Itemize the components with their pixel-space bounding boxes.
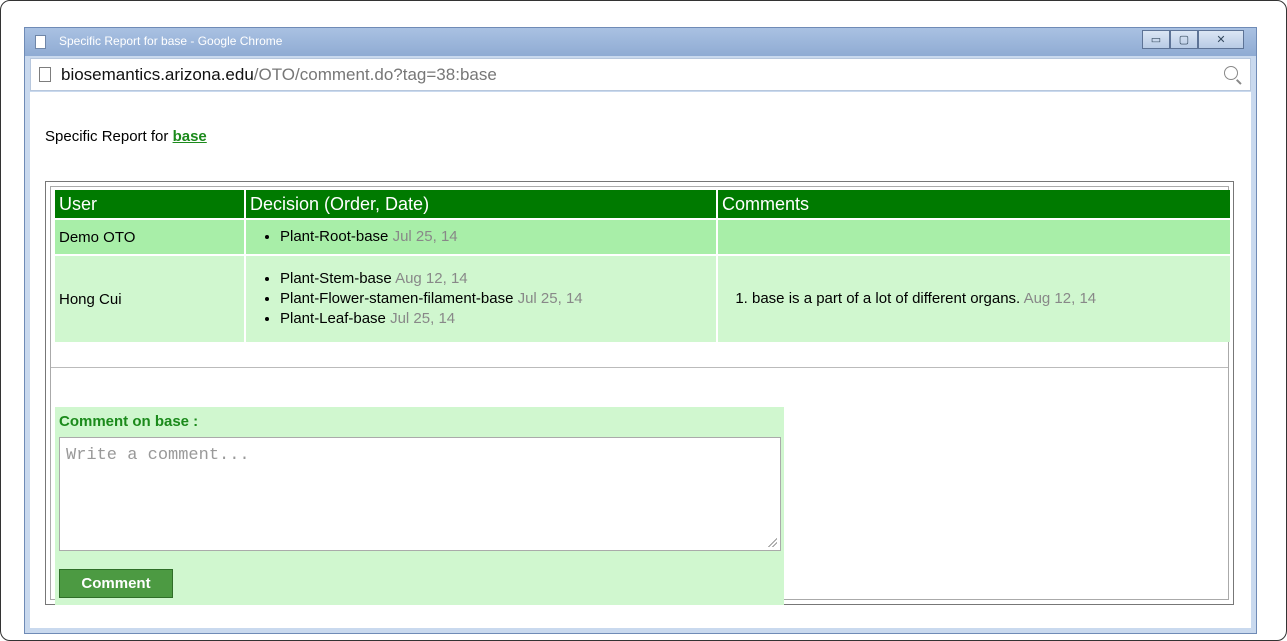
decision-term: Plant-Root-base: [280, 228, 389, 245]
decision-date: Aug 12, 14: [395, 270, 468, 287]
decision-item: Plant-Flower-stamen-filament-base Jul 25…: [280, 289, 712, 309]
decision-cell: Plant-Stem-base Aug 12, 14 Plant-Flower-…: [245, 254, 718, 342]
report-panel-inner: User Decision (Order, Date) Comments Dem…: [50, 186, 1232, 605]
decision-list: Plant-Stem-base Aug 12, 14 Plant-Flower-…: [250, 269, 712, 329]
decision-cell: Plant-Root-base Jul 25, 14: [245, 218, 718, 255]
comment-form: Comment on base : Comment: [55, 407, 784, 605]
table-row: Demo OTO Plant-Root-base Jul 25, 14: [55, 218, 1232, 255]
decision-item: Plant-Stem-base Aug 12, 14: [280, 269, 712, 289]
report-panel: User Decision (Order, Date) Comments Dem…: [45, 181, 1234, 605]
decision-date: Jul 25, 14: [392, 228, 458, 245]
comments-cell: [717, 218, 1232, 255]
comments-cell: base is a part of a lot of different org…: [717, 254, 1232, 342]
comment-date: Aug 12, 14: [1023, 290, 1097, 307]
page-icon: [39, 67, 51, 82]
comment-input[interactable]: [59, 437, 781, 551]
column-header-decision: Decision (Order, Date): [245, 190, 718, 219]
comment-label: Comment on base :: [59, 413, 199, 430]
page-title: Specific Report for base: [45, 128, 207, 145]
table-row: Hong Cui Plant-Stem-base Aug 12, 14 Plan…: [55, 254, 1232, 342]
decision-item: Plant-Root-base Jul 25, 14: [280, 227, 712, 247]
page-content: Specific Report for base User Decision (…: [30, 92, 1251, 628]
comment-button[interactable]: Comment: [59, 569, 173, 598]
comment-list: base is a part of a lot of different org…: [722, 286, 1226, 312]
column-header-comments: Comments: [717, 190, 1232, 219]
minimize-button[interactable]: ▭: [1142, 30, 1170, 49]
decision-date: Jul 25, 14: [390, 310, 456, 327]
decision-term: Plant-Leaf-base: [280, 310, 386, 327]
decision-term: Plant-Flower-stamen-filament-base: [280, 290, 514, 307]
window-title: Specific Report for base - Google Chrome: [59, 34, 283, 48]
comment-text: base is a part of a lot of different org…: [752, 290, 1021, 307]
page-icon: [35, 35, 46, 49]
column-header-user: User: [55, 190, 246, 219]
divider: [51, 367, 1228, 368]
user-cell: Demo OTO: [55, 218, 246, 255]
comment-item: base is a part of a lot of different org…: [752, 286, 1226, 312]
title-bar[interactable]: Specific Report for base - Google Chrome…: [25, 28, 1256, 56]
screenshot-frame: Specific Report for base - Google Chrome…: [0, 0, 1287, 641]
term-link[interactable]: base: [173, 128, 207, 145]
zoom-icon[interactable]: [1224, 66, 1238, 80]
report-table: User Decision (Order, Date) Comments Dem…: [55, 190, 1232, 342]
user-cell: Hong Cui: [55, 254, 246, 342]
decision-item: Plant-Leaf-base Jul 25, 14: [280, 309, 712, 329]
decision-term: Plant-Stem-base: [280, 270, 392, 287]
url-text[interactable]: biosemantics.arizona.edu/OTO/comment.do?…: [61, 65, 497, 85]
url-path: /OTO/comment.do?tag=38:base: [253, 65, 497, 84]
page-title-prefix: Specific Report for: [45, 128, 173, 145]
browser-window: Specific Report for base - Google Chrome…: [24, 27, 1257, 634]
address-bar[interactable]: biosemantics.arizona.edu/OTO/comment.do?…: [30, 58, 1251, 91]
window-controls: ▭ ▢ ✕: [1142, 30, 1244, 49]
url-host: biosemantics.arizona.edu: [61, 65, 254, 84]
decision-list: Plant-Root-base Jul 25, 14: [250, 227, 712, 247]
close-button[interactable]: ✕: [1198, 30, 1244, 49]
maximize-button[interactable]: ▢: [1170, 30, 1198, 49]
table-header-row: User Decision (Order, Date) Comments: [55, 190, 1232, 219]
decision-date: Jul 25, 14: [517, 290, 583, 307]
